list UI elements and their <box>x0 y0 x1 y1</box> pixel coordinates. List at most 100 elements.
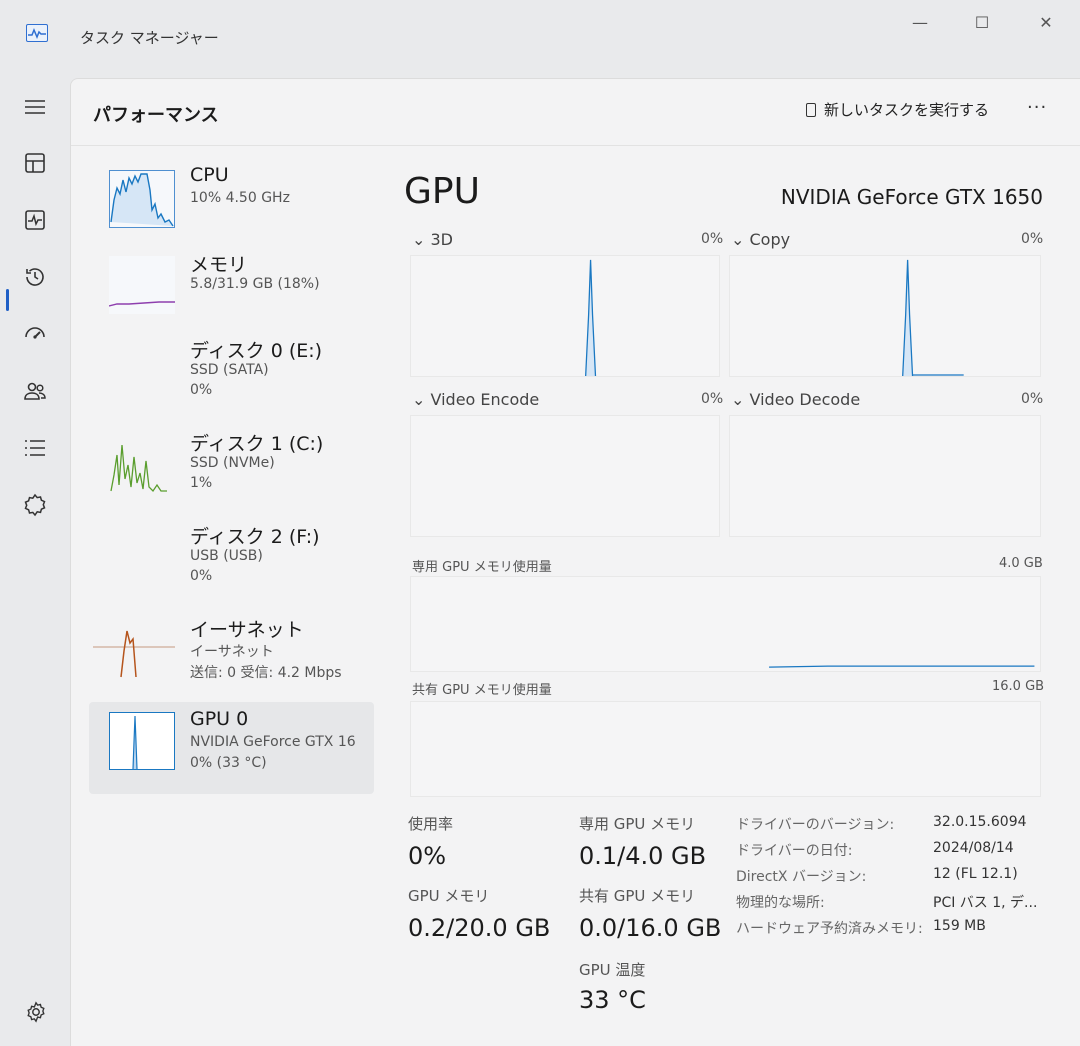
usage-value: 0% <box>408 842 447 870</box>
engine-3d-graph <box>410 255 720 377</box>
device-detail: 5.8/31.9 GB (18%) <box>190 276 320 292</box>
engine-copy-percent: 0% <box>1021 231 1044 247</box>
shared-memory-usage-label: 共有 GPU メモリ使用量 <box>412 683 552 698</box>
window-title: タスク マネージャー <box>80 29 219 47</box>
gpu-thumbnail-graph <box>109 712 175 770</box>
hamburger-menu-icon[interactable] <box>18 90 52 124</box>
ethernet-thumbnail-graph <box>93 630 175 678</box>
device-item-disk-1[interactable]: ディスク 1 (C:) SSD (NVMe) 1% <box>89 429 374 515</box>
engine-video-encode-percent: 0% <box>701 391 724 407</box>
gpu-temperature-value: 33 °C <box>579 986 646 1014</box>
run-task-icon <box>806 102 816 117</box>
device-item-cpu[interactable]: CPU 10% 4.50 GHz <box>89 164 374 250</box>
minimize-button[interactable]: — <box>900 10 940 34</box>
page-title: パフォーマンス <box>93 105 219 126</box>
device-detail: NVIDIA GeForce GTX 16 <box>190 734 356 750</box>
engine-video-encode-label: Video Encode <box>430 390 540 409</box>
device-usage: 1% <box>190 475 213 491</box>
device-item-disk-0[interactable]: ディスク 0 (E:) SSD (SATA) 0% <box>89 336 374 422</box>
engine-3d-label: 3D <box>430 230 454 249</box>
engine-copy-selector[interactable]: ⌄ Copy <box>731 230 790 249</box>
gpu-memory-label: GPU メモリ <box>408 887 490 905</box>
run-new-task-button[interactable]: 新しいタスクを実行する <box>806 99 989 120</box>
device-item-memory[interactable]: メモリ 5.8/31.9 GB (18%) <box>89 250 374 336</box>
engine-video-decode-label: Video Decode <box>749 390 861 409</box>
maximize-button[interactable]: ☐ <box>962 10 1002 34</box>
driver-version-value: 32.0.15.6094 <box>933 814 1027 830</box>
device-item-gpu-0[interactable]: GPU 0 NVIDIA GeForce GTX 16 0% (33 °C) <box>89 702 374 794</box>
engine-video-encode-graph <box>410 415 720 537</box>
dedicated-memory-label: 専用 GPU メモリ <box>579 815 696 833</box>
shared-memory-graph <box>410 701 1041 797</box>
shared-memory-label: 共有 GPU メモリ <box>579 887 696 905</box>
device-detail: SSD (SATA) <box>190 362 269 378</box>
engine-3d-percent: 0% <box>701 231 724 247</box>
engine-video-encode-selector[interactable]: ⌄ Video Encode <box>412 390 539 409</box>
physical-location-key: 物理的な場所: <box>736 895 825 911</box>
dedicated-memory-graph <box>410 576 1041 672</box>
task-manager-app-icon <box>26 24 48 42</box>
device-name: メモリ <box>190 254 248 276</box>
title-bar: タスク マネージャー — ☐ ✕ <box>0 0 1080 70</box>
disk-1-thumbnail-graph <box>110 444 167 493</box>
chevron-down-icon: ⌄ <box>412 230 426 249</box>
active-nav-indicator <box>6 289 9 311</box>
app-history-icon[interactable] <box>18 260 52 294</box>
run-new-task-label: 新しいタスクを実行する <box>824 101 990 119</box>
device-throughput: 送信: 0 受信: 4.2 Mbps <box>190 665 342 681</box>
device-name: ディスク 2 (F:) <box>190 526 320 548</box>
gpu-memory-value: 0.2/20.0 GB <box>408 914 551 942</box>
memory-thumbnail-graph <box>109 256 175 314</box>
chevron-down-icon: ⌄ <box>731 230 745 249</box>
device-detail: SSD (NVMe) <box>190 455 275 471</box>
hardware-reserved-memory-key: ハードウェア予約済みメモリ: <box>736 921 923 937</box>
device-usage: 0% <box>190 382 213 398</box>
dedicated-memory-value: 0.1/4.0 GB <box>579 842 707 870</box>
gpu-temperature-label: GPU 温度 <box>579 961 646 979</box>
cpu-thumbnail-graph <box>109 170 175 228</box>
shared-memory-value: 0.0/16.0 GB <box>579 914 722 942</box>
directx-version-value: 12 (FL 12.1) <box>933 866 1018 882</box>
driver-date-value: 2024/08/14 <box>933 840 1014 856</box>
settings-icon[interactable] <box>22 998 50 1026</box>
device-usage: 0% <box>190 568 213 584</box>
device-name: ディスク 0 (E:) <box>190 340 323 362</box>
directx-version-key: DirectX バージョン: <box>736 869 867 885</box>
engine-3d-selector[interactable]: ⌄ 3D <box>412 230 453 249</box>
shared-memory-max: 16.0 GB <box>992 679 1045 694</box>
chevron-down-icon: ⌄ <box>731 390 745 409</box>
engine-copy-label: Copy <box>749 230 791 249</box>
usage-label: 使用率 <box>408 815 454 833</box>
dedicated-memory-usage-label: 専用 GPU メモリ使用量 <box>412 560 552 575</box>
device-name: イーサネット <box>190 619 304 641</box>
header-divider <box>71 145 1080 146</box>
navigation-pane <box>0 80 70 1046</box>
more-options-button[interactable]: ··· <box>1027 97 1047 118</box>
chevron-down-icon: ⌄ <box>412 390 426 409</box>
physical-location-value: PCI バス 1, デ... <box>933 895 1038 911</box>
engine-video-decode-graph <box>729 415 1041 537</box>
device-name: ディスク 1 (C:) <box>190 433 324 455</box>
performance-page: パフォーマンス 新しいタスクを実行する ··· CPU 10% 4.50 GHz… <box>70 78 1080 1046</box>
gpu-model-name: NVIDIA GeForce GTX 1650 <box>780 185 1043 209</box>
device-name: CPU <box>190 164 229 186</box>
users-icon[interactable] <box>18 374 52 408</box>
driver-version-key: ドライバーのバージョン: <box>736 817 895 833</box>
performance-icon[interactable] <box>18 203 52 237</box>
gpu-title: GPU <box>404 171 480 212</box>
device-item-ethernet[interactable]: イーサネット イーサネット 送信: 0 受信: 4.2 Mbps <box>89 615 374 701</box>
engine-copy-graph <box>729 255 1041 377</box>
hardware-reserved-memory-value: 159 MB <box>933 918 986 934</box>
device-detail: USB (USB) <box>190 548 263 564</box>
services-icon[interactable] <box>18 488 52 522</box>
details-icon[interactable] <box>18 431 52 465</box>
engine-video-decode-selector[interactable]: ⌄ Video Decode <box>731 390 860 409</box>
close-button[interactable]: ✕ <box>1026 10 1066 34</box>
device-name: GPU 0 <box>190 708 249 730</box>
device-detail: イーサネット <box>190 644 274 660</box>
device-detail: 10% 4.50 GHz <box>190 190 290 206</box>
startup-apps-icon[interactable] <box>18 317 52 351</box>
device-item-disk-2[interactable]: ディスク 2 (F:) USB (USB) 0% <box>89 522 374 608</box>
processes-icon[interactable] <box>18 146 52 180</box>
driver-date-key: ドライバーの日付: <box>736 843 853 859</box>
